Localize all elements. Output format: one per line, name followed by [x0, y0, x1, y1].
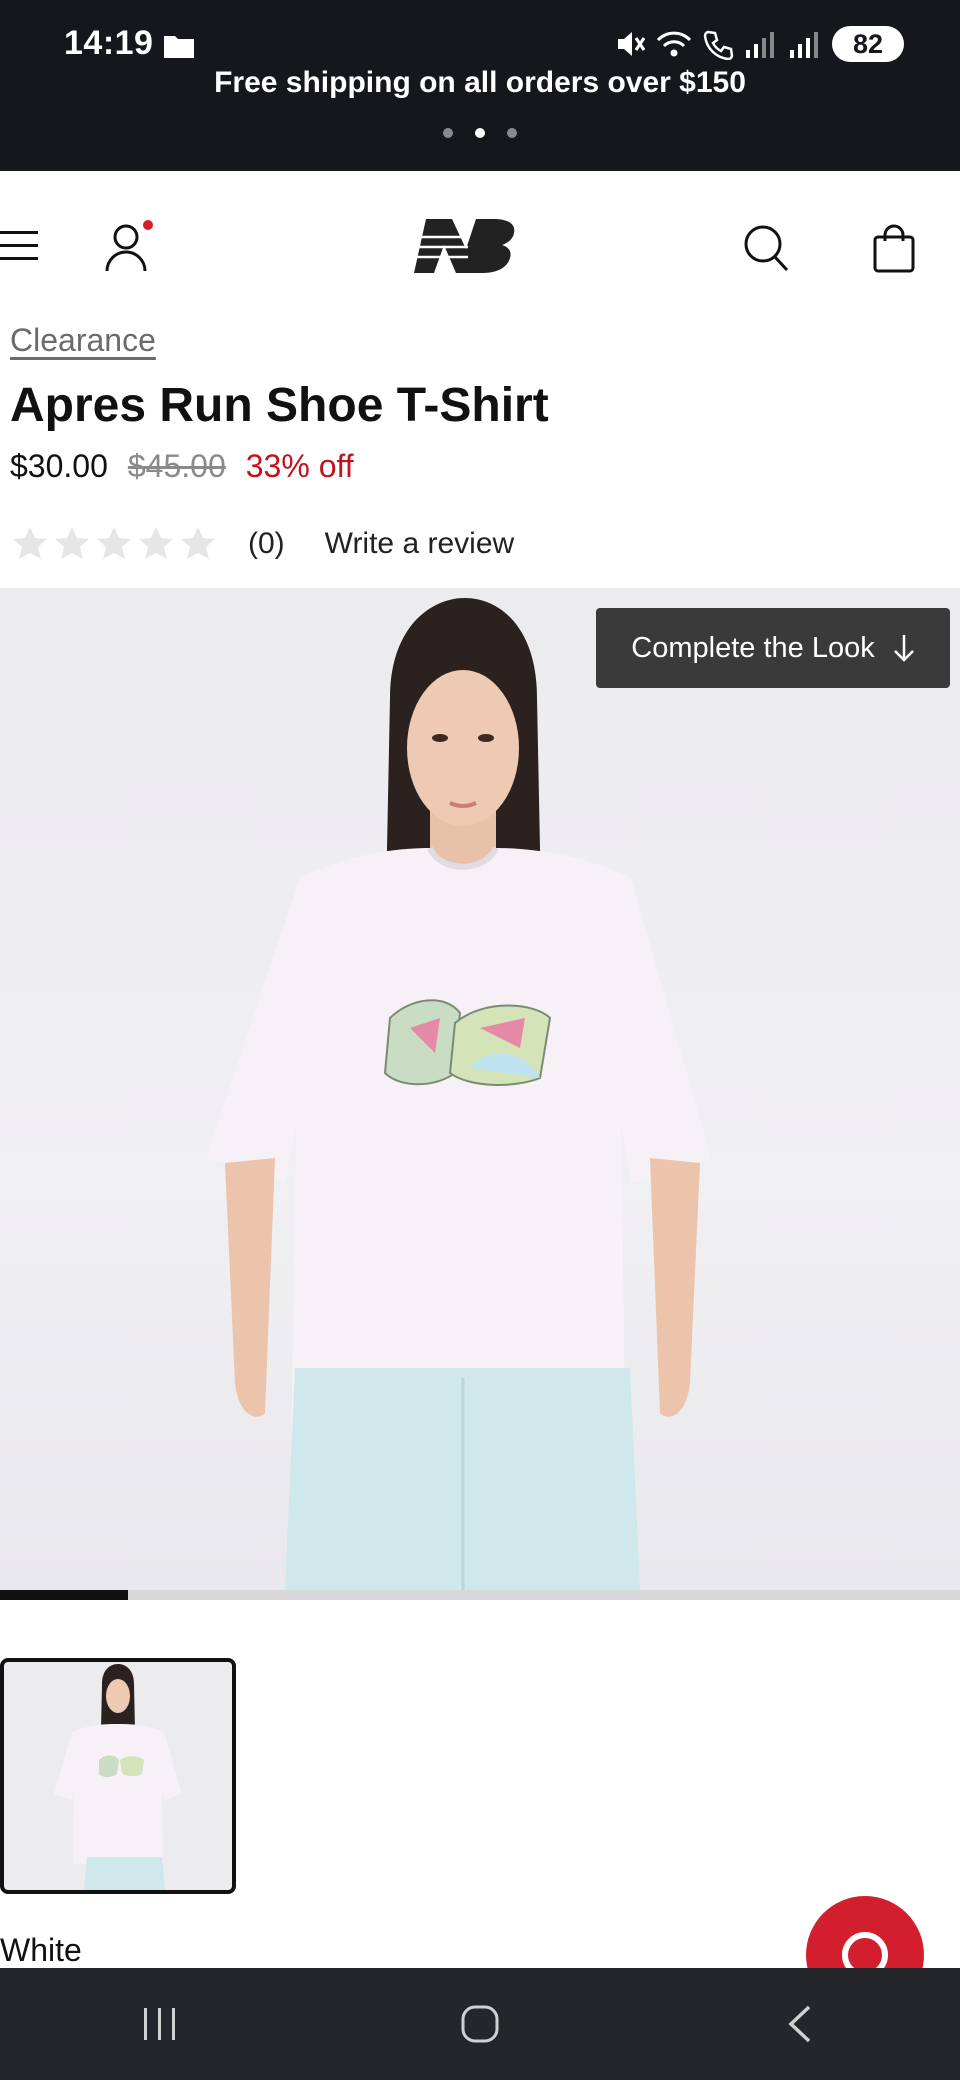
arrow-down-icon — [893, 635, 914, 662]
promo-text[interactable]: Free shipping on all orders over $150 — [0, 66, 960, 100]
top-banner: 14:19 82 Free shipping on all orders ove… — [0, 0, 960, 171]
review-count[interactable]: (0) — [248, 527, 285, 561]
home-button[interactable] — [440, 1984, 520, 2064]
signal-icon — [746, 32, 774, 58]
price-current: $30.00 — [10, 448, 108, 484]
star-icon — [55, 527, 89, 559]
promo-dot-active[interactable] — [475, 128, 485, 138]
call-icon — [703, 30, 734, 60]
battery-indicator: 82 — [832, 26, 904, 62]
price-block: $30.00 $45.00 33% off — [10, 448, 354, 485]
promo-dots — [0, 128, 960, 138]
site-header — [0, 171, 960, 321]
product-title: Apres Run Shoe T-Shirt — [10, 379, 549, 432]
model-photo — [206, 598, 711, 1590]
promo-dot[interactable] — [443, 128, 453, 138]
wifi-icon — [656, 31, 692, 57]
recents-icon — [144, 2008, 175, 2040]
thumbnail-selected[interactable] — [0, 1658, 236, 1894]
rating-row: (0) Write a review — [10, 524, 514, 564]
promo-dot[interactable] — [507, 128, 517, 138]
status-time: 14:19 — [64, 24, 154, 62]
brand-logo[interactable] — [408, 215, 524, 279]
thumbnail-photo — [54, 1664, 182, 1890]
write-review-link[interactable]: Write a review — [325, 527, 515, 561]
gallery-progress — [0, 1590, 960, 1600]
complete-look-label: Complete the Look — [631, 631, 875, 664]
discount-label: 33% off — [245, 448, 354, 484]
star-icon — [97, 527, 131, 559]
hamburger-icon[interactable] — [0, 229, 40, 263]
rating-stars[interactable] — [10, 524, 218, 564]
status-icons: 82 — [614, 26, 904, 62]
mute-icon — [618, 32, 646, 56]
star-icon — [139, 527, 173, 559]
bag-icon[interactable] — [872, 223, 916, 273]
home-icon — [461, 2005, 499, 2043]
complete-the-look-button[interactable]: Complete the Look — [596, 608, 950, 688]
back-icon — [788, 2005, 811, 2043]
gallery-progress-fill — [0, 1590, 128, 1600]
search-icon[interactable] — [742, 223, 790, 273]
account-icon[interactable] — [104, 219, 154, 273]
signal-icon — [790, 32, 818, 58]
star-icon — [181, 527, 215, 559]
product-image[interactable]: Complete the Look — [0, 588, 960, 1590]
breadcrumb-clearance[interactable]: Clearance — [10, 322, 156, 359]
system-nav-bar — [0, 1968, 960, 2080]
star-icon — [13, 527, 47, 559]
folder-icon — [164, 36, 194, 58]
selected-color-name: White — [0, 1932, 82, 1968]
back-button[interactable] — [760, 1984, 840, 2064]
price-original: $45.00 — [127, 448, 226, 484]
recents-button[interactable] — [120, 1984, 200, 2064]
